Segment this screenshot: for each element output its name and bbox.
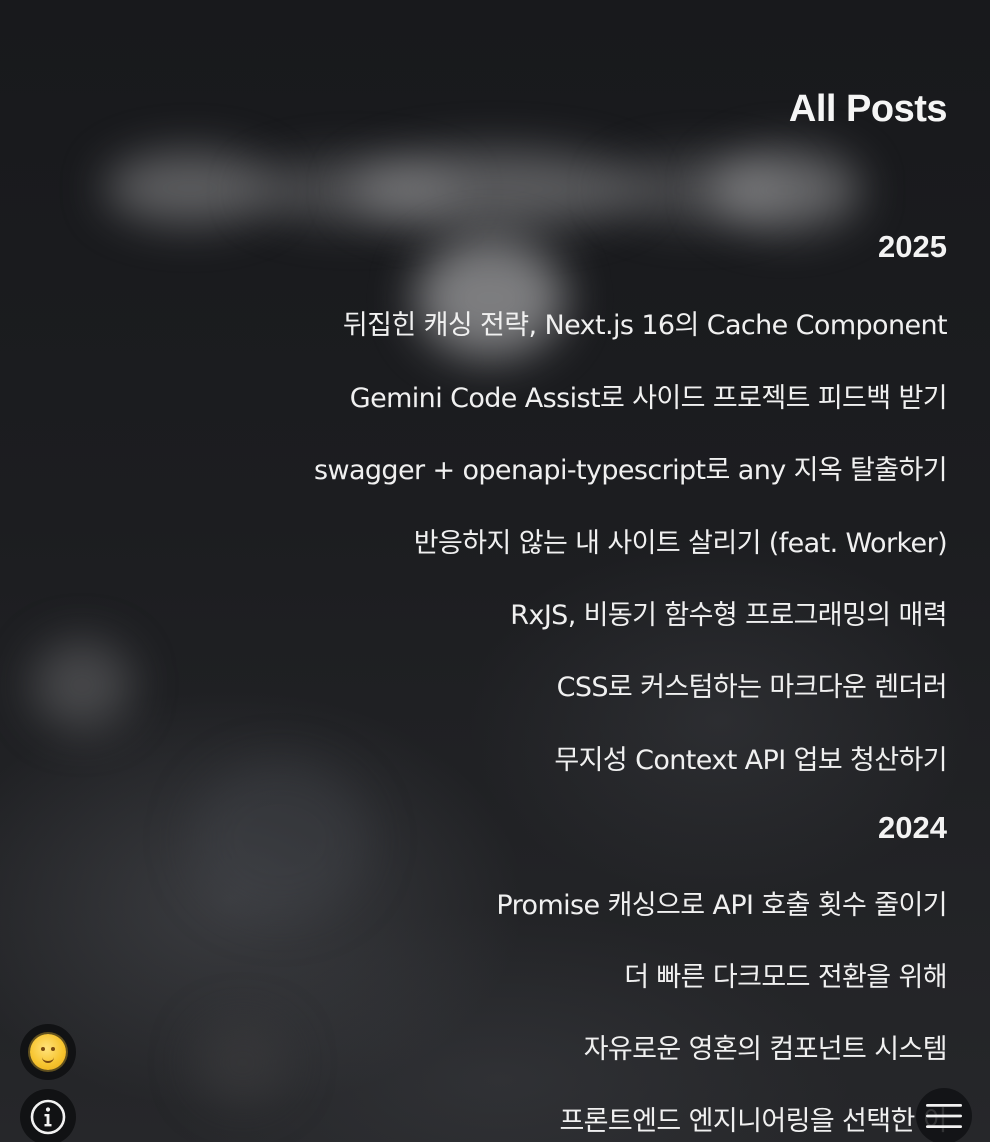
post-link[interactable]: CSS로 커스텀하는 마크다운 렌더러 xyxy=(557,665,948,704)
post-link[interactable]: RxJS, 비동기 함수형 프로그래밍의 매력 xyxy=(510,593,947,632)
post-link[interactable]: 프론트엔드 엔지니어링을 선택한 이 xyxy=(559,1099,947,1138)
theme-toggle-button[interactable] xyxy=(20,1024,76,1080)
year-heading: 2024 xyxy=(878,810,947,845)
background-blur-shape xyxy=(350,150,640,228)
post-link[interactable]: Promise 캐싱으로 API 호출 횟수 줄이기 xyxy=(496,883,947,922)
background-blur-shape xyxy=(32,640,132,730)
post-link[interactable]: 무지성 Context API 업보 청산하기 xyxy=(554,738,947,777)
background-blur-shape xyxy=(190,760,370,920)
menu-button[interactable] xyxy=(916,1088,972,1142)
post-link[interactable]: 자유로운 영혼의 컴포넌트 시스템 xyxy=(584,1027,948,1066)
post-link[interactable]: 반응하지 않는 내 사이트 살리기 (feat. Worker) xyxy=(414,521,948,560)
post-link[interactable]: 뒤집힌 캐싱 전략, Next.js 16의 Cache Component xyxy=(343,303,948,342)
background-blur-shape xyxy=(710,150,860,230)
info-icon xyxy=(30,1099,66,1135)
post-link[interactable]: swagger + openapi-typescript로 any 지옥 탈출하… xyxy=(314,448,948,487)
background-blur-shape xyxy=(195,1020,290,1105)
hamburger-menu-icon xyxy=(926,1104,962,1128)
year-heading: 2025 xyxy=(878,229,947,264)
post-link[interactable]: 더 빠른 다크모드 전환을 위해 xyxy=(624,955,947,994)
page-title: All Posts xyxy=(788,88,948,130)
post-link[interactable]: Gemini Code Assist로 사이드 프로젝트 피드백 받기 xyxy=(350,376,948,415)
sun-face-icon xyxy=(25,1029,71,1075)
info-button[interactable] xyxy=(20,1089,76,1142)
